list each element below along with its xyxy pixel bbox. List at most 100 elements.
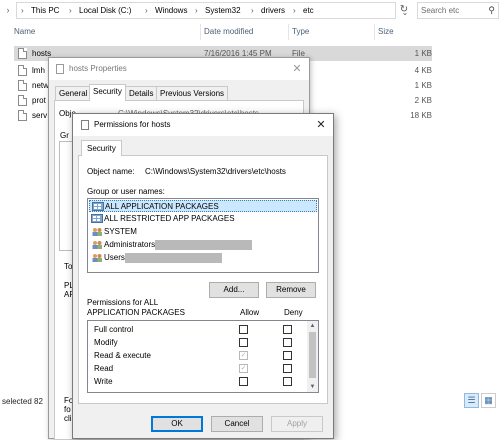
add-button[interactable]: Add... — [209, 282, 259, 298]
file-icon — [18, 65, 27, 76]
permissions-for-label: Permissions for ALL APPLICATION PACKAGES — [87, 298, 185, 317]
properties-title: hosts Properties — [69, 64, 127, 73]
breadcrumb-this-pc[interactable]: This PC — [31, 3, 59, 18]
properties-titlebar[interactable]: hosts Properties ✕ — [49, 58, 309, 80]
tab-security[interactable]: Security — [89, 84, 126, 101]
apply-button[interactable]: Apply — [271, 416, 323, 432]
users-group-icon — [92, 254, 102, 262]
allow-checkbox[interactable] — [239, 377, 248, 386]
user-list[interactable]: ALL APPLICATION PACKAGES ALL RESTRICTED … — [87, 198, 319, 273]
file-icon — [18, 48, 27, 59]
deny-header: Deny — [284, 308, 303, 317]
search-box[interactable]: ⚲ — [417, 2, 499, 19]
allow-checkbox[interactable] — [239, 338, 248, 347]
deny-checkbox[interactable] — [283, 325, 292, 334]
file-icon — [81, 120, 89, 130]
permission-row-read-execute: Read & execute ✓ — [88, 349, 308, 362]
permission-list[interactable]: Full control Modify Read & execute ✓ Rea… — [87, 320, 319, 393]
scroll-up-icon[interactable]: ▲ — [307, 321, 318, 331]
cancel-button[interactable]: Cancel — [211, 416, 263, 432]
deny-checkbox[interactable] — [283, 338, 292, 347]
column-divider[interactable] — [374, 24, 375, 40]
permissions-panel: Object name: C:\Windows\System32\drivers… — [78, 155, 328, 404]
chevron-right-icon: › — [69, 6, 72, 15]
user-row-all-application-packages[interactable]: ALL APPLICATION PACKAGES — [89, 200, 317, 212]
group-or-user-names-label: Group or user names: — [87, 187, 165, 196]
chevron-right-icon: › — [293, 6, 296, 15]
users-group-icon — [92, 241, 102, 249]
permission-list-scrollbar[interactable]: ▲ ▼ — [307, 321, 318, 392]
tab-previous-versions[interactable]: Previous Versions — [156, 86, 229, 100]
user-row-system[interactable]: SYSTEM — [89, 226, 317, 238]
file-name: prot — [32, 96, 46, 105]
permission-name: Modify — [94, 338, 118, 347]
tab-general[interactable]: General — [55, 86, 92, 100]
address-bar[interactable]: › This PC › Local Disk (C:) › Windows › … — [16, 2, 408, 19]
permission-row-write: Write — [88, 375, 308, 388]
breadcrumb-drivers[interactable]: drivers — [261, 3, 285, 18]
permission-row-full-control: Full control — [88, 323, 308, 336]
scroll-thumb[interactable] — [309, 332, 316, 378]
column-header-date[interactable]: Date modified — [204, 24, 253, 40]
allow-checkbox[interactable]: ✓ — [239, 364, 248, 373]
nav-up-chevron-icon[interactable]: › — [2, 3, 14, 17]
ok-button[interactable]: OK — [151, 416, 203, 432]
breadcrumb-local-disk[interactable]: Local Disk (C:) — [79, 3, 131, 18]
column-header-type[interactable]: Type — [292, 24, 309, 40]
permission-name: Write — [94, 377, 113, 386]
user-name: SYSTEM — [104, 227, 137, 236]
large-icons-view-icon[interactable]: ▦ — [481, 393, 496, 408]
cli-label: cli — [64, 414, 72, 423]
breadcrumb-system32[interactable]: System32 — [205, 3, 241, 18]
permission-row-modify: Modify — [88, 336, 308, 349]
user-name: ALL APPLICATION PACKAGES — [105, 202, 219, 211]
redacted-block — [155, 240, 252, 250]
status-bar-text: selected 82 — [2, 397, 43, 406]
object-name-label: Object name: — [87, 167, 135, 176]
chevron-right-icon: › — [21, 6, 24, 15]
close-icon[interactable]: ✕ — [313, 114, 329, 136]
details-view-icon[interactable]: ☰ — [464, 393, 479, 408]
column-divider[interactable] — [288, 24, 289, 40]
address-row: › › This PC › Local Disk (C:) › Windows … — [0, 0, 500, 22]
tab-security[interactable]: Security — [81, 140, 122, 156]
file-size: 1 KB — [414, 81, 432, 90]
chevron-right-icon: › — [145, 6, 148, 15]
user-row-administrators[interactable]: Administrators — [89, 239, 317, 251]
chevron-right-icon: › — [251, 6, 254, 15]
file-icon — [18, 110, 27, 121]
package-group-icon — [92, 202, 104, 211]
deny-checkbox[interactable] — [283, 351, 292, 360]
allow-checkbox[interactable]: ✓ — [239, 351, 248, 360]
column-divider[interactable] — [200, 24, 201, 40]
deny-checkbox[interactable] — [283, 377, 292, 386]
permissions-dialog: Permissions for hosts ✕ Security Object … — [72, 113, 334, 439]
user-name: Administrators — [104, 240, 156, 249]
file-icon — [18, 80, 27, 91]
package-group-icon — [91, 214, 103, 223]
permissions-titlebar[interactable]: Permissions for hosts ✕ — [73, 114, 333, 136]
file-name: netw — [32, 81, 49, 90]
remove-button[interactable]: Remove — [266, 282, 316, 298]
permission-name: Full control — [94, 325, 134, 334]
search-input[interactable] — [421, 4, 483, 17]
allow-checkbox[interactable] — [239, 325, 248, 334]
breadcrumb-etc[interactable]: etc — [303, 3, 314, 18]
refresh-icon[interactable]: ↻ — [398, 3, 410, 17]
column-header-size[interactable]: Size — [378, 24, 394, 40]
file-size: 1 KB — [414, 49, 432, 58]
deny-checkbox[interactable] — [283, 364, 292, 373]
breadcrumb-windows[interactable]: Windows — [155, 3, 187, 18]
column-header-name[interactable]: Name — [14, 24, 35, 40]
scroll-down-icon[interactable]: ▼ — [307, 382, 318, 392]
tab-details[interactable]: Details — [125, 86, 158, 100]
user-row-all-restricted-app-packages[interactable]: ALL RESTRICTED APP PACKAGES — [89, 213, 317, 225]
file-size: 2 KB — [414, 96, 432, 105]
user-row-users[interactable]: Users — [89, 252, 317, 264]
search-icon[interactable]: ⚲ — [488, 4, 495, 17]
close-icon[interactable]: ✕ — [289, 58, 305, 80]
user-name: Users — [104, 253, 125, 262]
user-name: ALL RESTRICTED APP PACKAGES — [104, 214, 235, 223]
permissions-title: Permissions for hosts — [94, 120, 171, 129]
redacted-block — [125, 253, 222, 263]
